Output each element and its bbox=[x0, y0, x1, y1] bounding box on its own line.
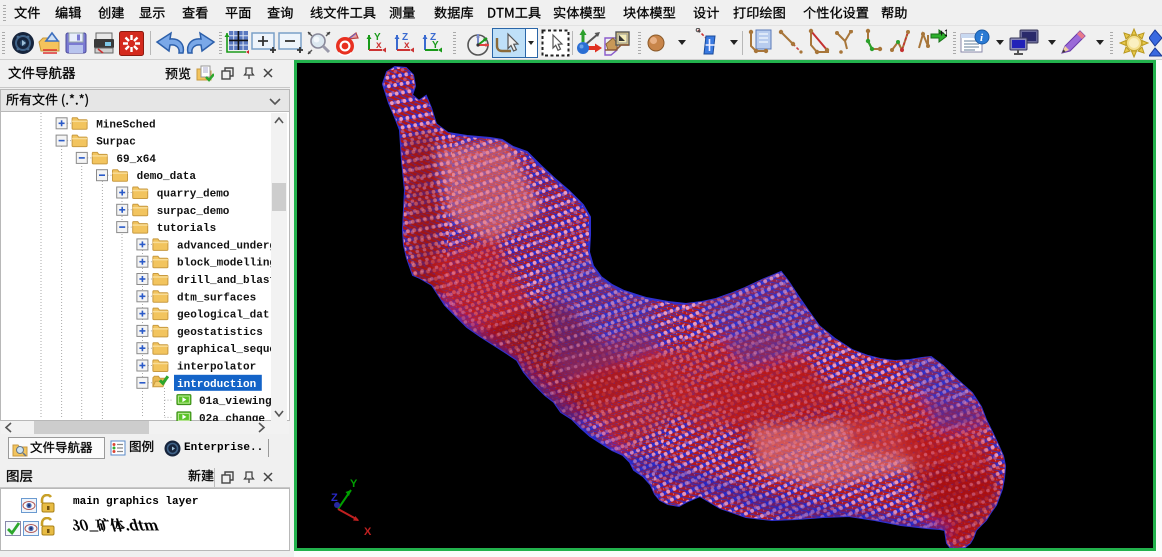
svg-text:geological_dat: geological_dat bbox=[177, 310, 269, 322]
svg-text:drill_and_blast: drill_and_blast bbox=[177, 275, 276, 287]
svg-text:Z: Z bbox=[331, 492, 338, 504]
svg-text:Y: Y bbox=[350, 478, 358, 490]
svg-text:tutorials: tutorials bbox=[157, 223, 216, 235]
svg-text:Surpac: Surpac bbox=[96, 137, 136, 149]
svg-text:+1: +1 bbox=[939, 28, 947, 38]
svg-text:01a_viewing: 01a_viewing bbox=[199, 396, 272, 408]
svg-text:x: x bbox=[376, 40, 382, 51]
svg-text:geostatistics: geostatistics bbox=[177, 327, 263, 339]
svg-text:Y: Y bbox=[432, 40, 439, 51]
svg-text:block_modelling: block_modelling bbox=[177, 258, 276, 270]
svg-text:x: x bbox=[404, 40, 410, 51]
svg-text:MineSched: MineSched bbox=[96, 119, 155, 131]
svg-text:introduction: introduction bbox=[177, 379, 256, 391]
svg-text:69_x64: 69_x64 bbox=[116, 154, 156, 166]
svg-text:surpac_demo: surpac_demo bbox=[157, 206, 230, 218]
svg-text:advanced_underg: advanced_underg bbox=[177, 240, 276, 252]
svg-text:quarry_demo: quarry_demo bbox=[157, 189, 230, 201]
svg-text:interpolator: interpolator bbox=[177, 362, 256, 374]
svg-text:X: X bbox=[364, 526, 372, 538]
svg-text:graphical_seque: graphical_seque bbox=[177, 344, 276, 356]
svg-text:demo_data: demo_data bbox=[137, 171, 197, 183]
svg-text:dtm_surfaces: dtm_surfaces bbox=[177, 292, 256, 304]
